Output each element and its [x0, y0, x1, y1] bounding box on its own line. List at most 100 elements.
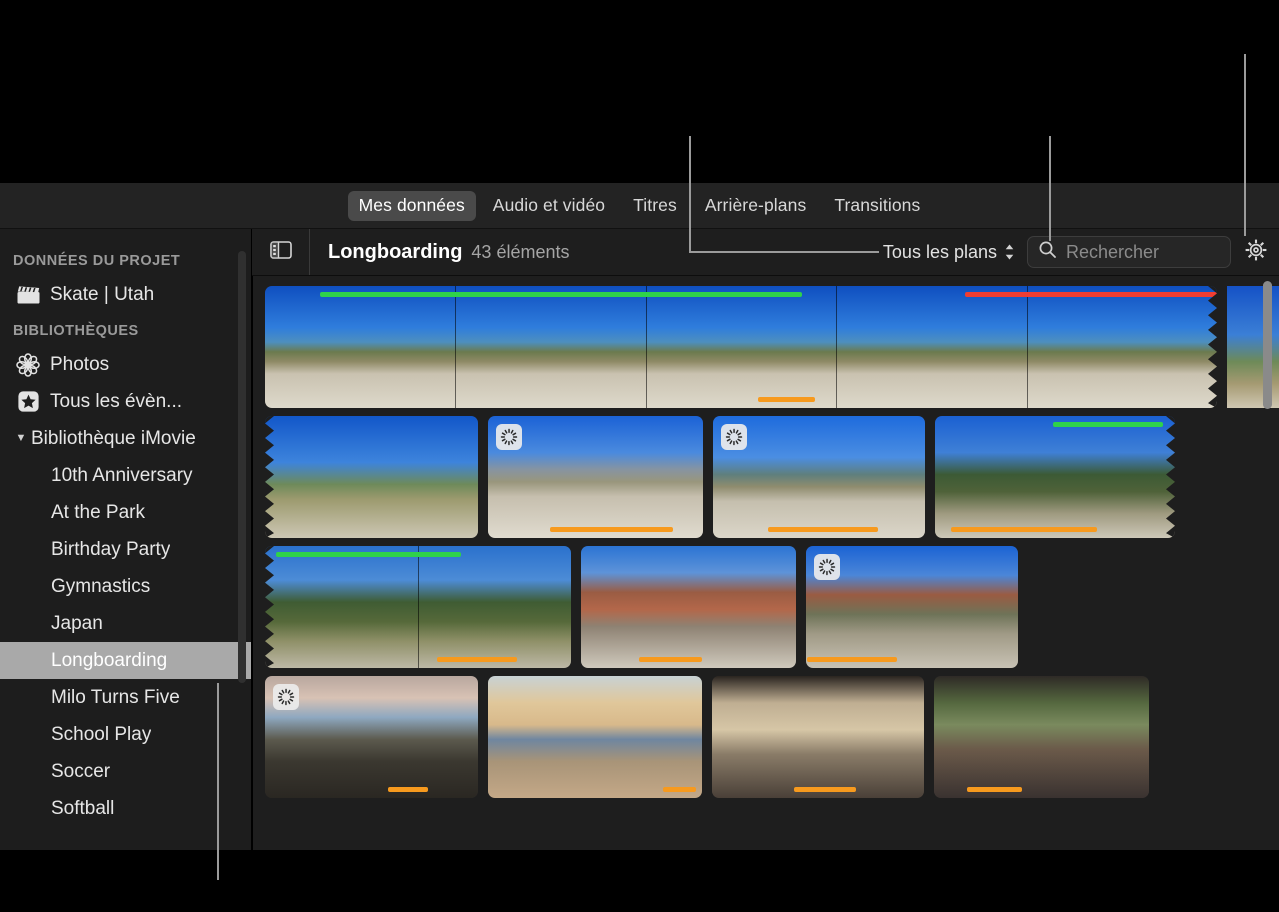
search-field[interactable]: Rechercher [1027, 236, 1231, 268]
tab-titles[interactable]: Titres [622, 191, 688, 221]
sidebar-item-biblioth-que-imovie[interactable]: ▼Bibliothèque iMovie [0, 420, 252, 457]
sidebar-item-longboarding[interactable]: Longboarding [0, 642, 252, 679]
media-browser: Longboarding 43 éléments Tous les plans [252, 229, 1279, 850]
star-badge-icon [13, 390, 43, 414]
keyword-marker[interactable] [437, 657, 517, 662]
screenshot-root: Mes donnéesAudio et vidéoTitresArrière-p… [0, 0, 1279, 912]
media-browser-scrollbar[interactable] [1263, 281, 1272, 409]
grid-row-4 [265, 676, 1279, 798]
clip-thumbnail [581, 546, 796, 668]
sidebar-item-label: Bibliothèque iMovie [31, 428, 196, 450]
favorite-marker[interactable] [1053, 422, 1163, 427]
clip-thumbnail [712, 676, 924, 798]
filmstrip-frame-separator [418, 546, 419, 668]
sidebar-item-label: Softball [51, 798, 114, 820]
page-title: Longboarding [328, 241, 462, 264]
sidebar-section-title: DONNÉES DU PROJET [0, 253, 252, 269]
clip-canyon-carve[interactable] [806, 546, 1018, 668]
clip-thumbnail [935, 416, 1175, 538]
sidebar-item-label: Skate | Utah [50, 284, 154, 306]
browser-tab-strip: Mes donnéesAudio et vidéoTitresArrière-p… [0, 183, 1279, 229]
spinner-badge-icon [273, 684, 299, 710]
clip-crossroads-trading-post[interactable] [488, 676, 702, 798]
spinner-badge-icon [814, 554, 840, 580]
keyword-marker[interactable] [967, 787, 1022, 792]
clip-orange-shirt-carve[interactable] [265, 546, 571, 668]
grid-row-3 [265, 546, 1279, 668]
libraries-sidebar[interactable]: DONNÉES DU PROJETSkate | UtahBIBLIOTHÈQU… [0, 229, 252, 850]
keyword-marker[interactable] [807, 657, 897, 662]
sidebar-item-label: Birthday Party [51, 539, 170, 561]
sidebar-item-label: Tous les évèn... [50, 391, 182, 413]
sidebar-item-label: Milo Turns Five [51, 687, 180, 709]
clip-thumbnail [265, 416, 478, 538]
clip-thumbnail [488, 676, 702, 798]
toolbar-right-controls: Tous les plans [883, 236, 1279, 268]
sidebar-item-label: Gymnastics [51, 576, 150, 598]
keyword-marker[interactable] [758, 397, 815, 402]
sidebar-item-school-play[interactable]: School Play [0, 716, 252, 753]
clip-filmstrip-longboard-run[interactable] [265, 286, 1217, 408]
tab-transitions[interactable]: Transitions [823, 191, 931, 221]
clip-skater-stretch[interactable] [265, 416, 478, 538]
disclosure-triangle-icon[interactable]: ▼ [13, 433, 29, 444]
keyword-marker[interactable] [388, 787, 428, 792]
sidebar-item-label: 10th Anniversary [51, 465, 193, 487]
callout-line-library-event [217, 683, 219, 880]
favorite-marker[interactable] [320, 292, 802, 297]
sidebar-item-label: Japan [51, 613, 103, 635]
clip-laughing-passenger[interactable] [712, 676, 924, 798]
tab-backgrounds[interactable]: Arrière-plans [694, 191, 817, 221]
keyword-marker[interactable] [794, 787, 856, 792]
favorite-marker[interactable] [276, 552, 461, 557]
filmstrip-row-1 [265, 286, 1279, 408]
search-icon [1038, 240, 1057, 264]
filmstrip-frame-separator [1027, 286, 1028, 408]
callout-line-filter-horizontal [689, 251, 879, 253]
sidebar-item-skate-utah[interactable]: Skate | Utah [0, 276, 252, 313]
sidebar-item-birthday-party[interactable]: Birthday Party [0, 531, 252, 568]
sidebar-item-japan[interactable]: Japan [0, 605, 252, 642]
sidebar-item-label: Photos [50, 354, 109, 376]
sidebar-scrollbar[interactable] [238, 251, 246, 683]
search-input[interactable]: Rechercher [1066, 242, 1159, 263]
keyword-marker[interactable] [663, 787, 696, 792]
sidebar-item-milo-turns-five[interactable]: Milo Turns Five [0, 679, 252, 716]
clip-thumbnail [265, 286, 1217, 408]
tab-audio-video[interactable]: Audio et vidéo [482, 191, 616, 221]
clip-red-rock-downhill[interactable] [581, 546, 796, 668]
window-split-view: DONNÉES DU PROJETSkate | UtahBIBLIOTHÈQU… [0, 229, 1279, 850]
settings-button[interactable] [1242, 238, 1270, 266]
clip-crouched-skater[interactable] [713, 416, 925, 538]
keyword-marker[interactable] [951, 527, 1097, 532]
rejected-marker[interactable] [965, 292, 1217, 297]
gear-icon [1243, 237, 1269, 268]
sidebar-item-photos[interactable]: Photos [0, 346, 252, 383]
sidebar-item-label: Soccer [51, 761, 110, 783]
updown-chevrons-icon [1004, 243, 1015, 261]
sidebar-item-tous-les-v-n[interactable]: Tous les évèn... [0, 383, 252, 420]
clip-filter-popup-button[interactable]: Tous les plans [883, 242, 1015, 263]
sidebar-item-soccer[interactable]: Soccer [0, 753, 252, 790]
grid-row-2 [265, 416, 1279, 538]
tab-my-media[interactable]: Mes données [348, 191, 476, 221]
callout-line-search [1049, 136, 1051, 241]
sidebar-item-gymnastics[interactable]: Gymnastics [0, 568, 252, 605]
keyword-marker[interactable] [639, 657, 702, 662]
clip-downhill-group[interactable] [488, 416, 703, 538]
sidebar-panel-toggle-icon [270, 241, 292, 264]
clip-grid [252, 276, 1279, 850]
keyword-marker[interactable] [768, 527, 878, 532]
sidebar-item-softball[interactable]: Softball [0, 790, 252, 827]
sidebar-item-at-the-park[interactable]: At the Park [0, 494, 252, 531]
clip-sunset-road[interactable] [265, 676, 478, 798]
sidebar-item-label: Longboarding [51, 650, 167, 672]
clip-woman-sunglasses[interactable] [934, 676, 1149, 798]
photos-icon [13, 353, 43, 377]
item-count-label: 43 éléments [471, 242, 569, 263]
callout-line-filter [689, 136, 691, 253]
keyword-marker[interactable] [550, 527, 673, 532]
sidebar-item-10th-anniversary[interactable]: 10th Anniversary [0, 457, 252, 494]
clip-trees-skater[interactable] [935, 416, 1175, 538]
sidebar-panel-toggle-button[interactable] [252, 229, 310, 275]
